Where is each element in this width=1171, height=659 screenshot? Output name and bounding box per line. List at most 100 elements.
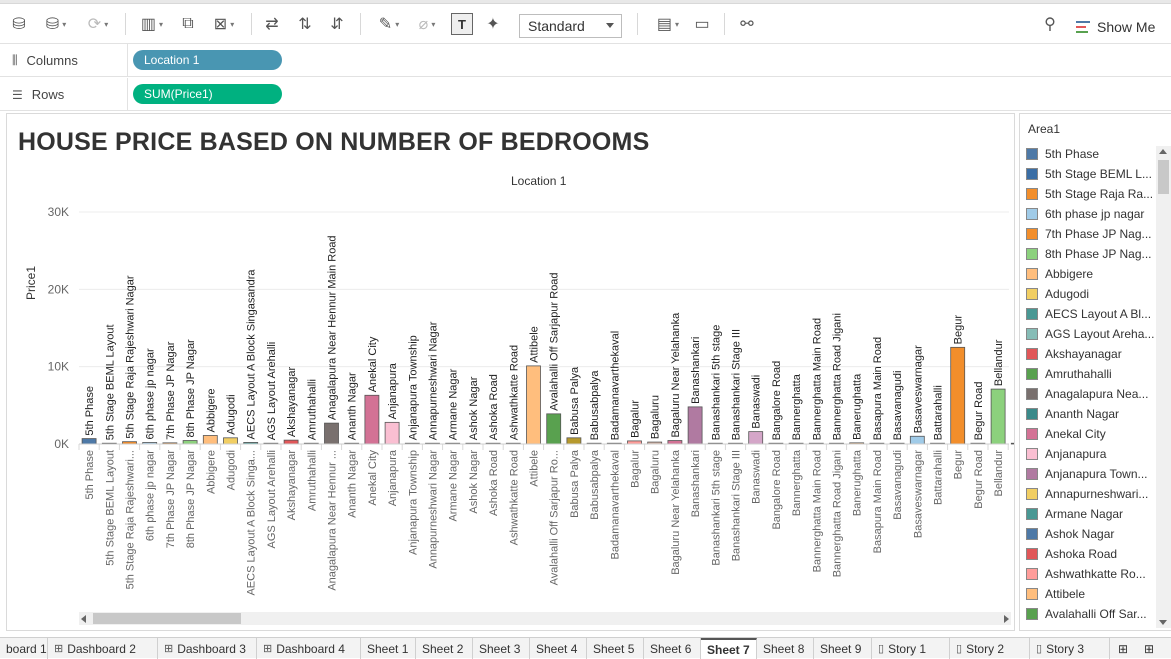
show-mark-labels-icon[interactable]: T bbox=[450, 12, 474, 36]
legend-item[interactable]: Anjanapura bbox=[1026, 444, 1158, 464]
columns-label: Columns bbox=[26, 53, 78, 68]
new-worksheet-tab-icon[interactable]: ⊞ bbox=[1112, 638, 1136, 659]
legend-item[interactable]: AGS Layout Areha... bbox=[1026, 324, 1158, 344]
x-tick-label: Bangalore Road bbox=[771, 450, 783, 530]
share-icon[interactable]: ⚯ bbox=[734, 12, 760, 36]
legend-item[interactable]: Armane Nagar bbox=[1026, 504, 1158, 524]
tab-board-1[interactable]: board 1 bbox=[0, 638, 48, 659]
legend-item[interactable]: Ashwathkatte Ro... bbox=[1026, 564, 1158, 584]
legend-item[interactable]: Avalahalli Off Sar... bbox=[1026, 604, 1158, 624]
show-me-label: Show Me bbox=[1097, 19, 1156, 35]
show-cards-icon[interactable]: ▤ ▾ bbox=[648, 12, 688, 36]
worksheet-view[interactable]: HOUSE PRICE BASED ON NUMBER OF BEDROOMS … bbox=[6, 113, 1015, 631]
toolbar-separator bbox=[251, 13, 252, 35]
bar-label: Ashok Nagar bbox=[468, 376, 480, 440]
horizontal-scrollbar[interactable] bbox=[79, 612, 1011, 625]
tab-sheet-2[interactable]: Sheet 2 bbox=[416, 638, 473, 659]
tab-sheet-9[interactable]: Sheet 9 bbox=[814, 638, 872, 659]
legend-item[interactable]: Amruthahalli bbox=[1026, 364, 1158, 384]
legend-item[interactable]: Akshayanagar bbox=[1026, 344, 1158, 364]
tab-label: Dashboard 4 bbox=[276, 641, 345, 656]
tab-sheet-7[interactable]: Sheet 7 bbox=[701, 638, 757, 659]
tab-story-1[interactable]: ▯ Story 1 bbox=[872, 638, 950, 659]
scroll-up-icon[interactable] bbox=[1159, 149, 1167, 154]
tab-sheet-5[interactable]: Sheet 5 bbox=[587, 638, 644, 659]
legend-item[interactable]: Ashok Nagar bbox=[1026, 524, 1158, 544]
x-tick-label: Ashoka Road bbox=[488, 450, 500, 516]
scrollbar-thumb[interactable] bbox=[93, 613, 241, 624]
legend-item[interactable]: 5th Phase bbox=[1026, 144, 1158, 164]
group-members-icon[interactable]: ⌀ ▾ bbox=[410, 12, 444, 36]
legend-item[interactable]: Anjanapura Town... bbox=[1026, 464, 1158, 484]
tab-sheet-8[interactable]: Sheet 8 bbox=[757, 638, 814, 659]
rows-shelf[interactable]: ☰ Rows SUM(Price1) bbox=[0, 78, 1171, 111]
scroll-down-icon[interactable] bbox=[1159, 620, 1167, 625]
bar bbox=[909, 435, 925, 445]
legend-swatch bbox=[1026, 268, 1038, 280]
bar-label: Begur bbox=[953, 315, 965, 345]
swap-rows-columns-icon[interactable]: ⇄ bbox=[259, 12, 285, 36]
legend-item[interactable]: Adugodi bbox=[1026, 284, 1158, 304]
tab-sheet-4[interactable]: Sheet 4 bbox=[530, 638, 587, 659]
legend-item[interactable]: 7th Phase JP Nag... bbox=[1026, 224, 1158, 244]
legend-item[interactable]: Anekal City bbox=[1026, 424, 1158, 444]
x-tick-label: Anekal City bbox=[367, 450, 379, 506]
tab-dashboard-4[interactable]: ⊞ Dashboard 4 bbox=[257, 638, 361, 659]
refresh-icon[interactable]: ⟳ ▾ bbox=[78, 12, 118, 36]
x-tick-label: Basavanagudi bbox=[892, 450, 904, 520]
highlight-icon[interactable]: ✎ ▾ bbox=[372, 12, 406, 36]
legend-item-label: Anekal City bbox=[1045, 427, 1106, 441]
bar-label: Amruthahalli bbox=[306, 379, 318, 440]
legend-item[interactable]: 8th Phase JP Nag... bbox=[1026, 244, 1158, 264]
columns-pill[interactable]: Location 1 bbox=[133, 50, 282, 70]
pause-updates-icon[interactable]: ⛁ ▾ bbox=[36, 12, 76, 36]
scrollbar-thumb[interactable] bbox=[1158, 160, 1169, 194]
legend-item[interactable]: Ananth Nagar bbox=[1026, 404, 1158, 424]
legend-item[interactable]: 6th phase jp nagar bbox=[1026, 204, 1158, 224]
fit-view-select[interactable]: Standard bbox=[519, 14, 622, 38]
dashboard-icon: ⊞ bbox=[54, 643, 64, 655]
legend-item[interactable]: AECS Layout A Bl... bbox=[1026, 304, 1158, 324]
tab-dashboard-2[interactable]: ⊞ Dashboard 2 bbox=[48, 638, 158, 659]
legend-item[interactable]: 5th Stage BEML L... bbox=[1026, 164, 1158, 184]
x-tick-label: Bannerghatta Road Jigani bbox=[832, 450, 844, 577]
legend-vertical-scrollbar[interactable] bbox=[1156, 146, 1171, 628]
presentation-mode-icon[interactable]: ▭ bbox=[690, 12, 714, 36]
rows-pill[interactable]: SUM(Price1) bbox=[133, 84, 282, 104]
new-dashboard-tab-icon[interactable]: ⊞ bbox=[1138, 638, 1162, 659]
legend-item[interactable]: Abbigere bbox=[1026, 264, 1158, 284]
tab-sheet-1[interactable]: Sheet 1 bbox=[361, 638, 416, 659]
bar-label: Basapura Main Road bbox=[872, 337, 884, 440]
tab-story-2[interactable]: ▯ Story 2 bbox=[950, 638, 1030, 659]
legend-item[interactable]: 5th Stage Raja Ra... bbox=[1026, 184, 1158, 204]
duplicate-sheet-icon[interactable]: ⧉ bbox=[176, 12, 200, 36]
legend-item[interactable]: Annapurneshwari... bbox=[1026, 484, 1158, 504]
scroll-left-icon[interactable] bbox=[81, 615, 86, 623]
tab-sheet-6[interactable]: Sheet 6 bbox=[644, 638, 701, 659]
y-tick-label: 30K bbox=[48, 205, 69, 219]
tab-sheet-3[interactable]: Sheet 3 bbox=[473, 638, 530, 659]
columns-shelf[interactable]: ⫼ Columns Location 1 bbox=[0, 44, 1171, 77]
fix-axes-pin-icon[interactable]: ✦ bbox=[481, 12, 505, 36]
legend-item-label: Ashoka Road bbox=[1045, 547, 1118, 561]
new-data-source-icon[interactable]: ⛁ bbox=[6, 12, 32, 36]
new-worksheet-icon[interactable]: ▥ ▾ bbox=[132, 12, 172, 36]
legend-item[interactable]: Attibele bbox=[1026, 584, 1158, 604]
legend-swatch bbox=[1026, 228, 1038, 240]
show-me-button[interactable]: Show Me bbox=[1076, 17, 1155, 37]
sort-ascending-icon[interactable]: ⇅ bbox=[292, 12, 318, 36]
tooltip-pin-icon[interactable]: ⚲ bbox=[1038, 12, 1062, 36]
toolbar-separator bbox=[724, 13, 725, 35]
clear-sheet-icon[interactable]: ⊠ ▾ bbox=[204, 12, 244, 36]
legend-item-label: Adugodi bbox=[1045, 287, 1090, 301]
legend-item[interactable]: Ashoka Road bbox=[1026, 544, 1158, 564]
legend-item[interactable]: Anagalapura Nea... bbox=[1026, 384, 1158, 404]
sort-descending-icon[interactable]: ⇵ bbox=[324, 12, 350, 36]
scroll-right-icon[interactable] bbox=[1004, 615, 1009, 623]
bar-label: Bannerghatta bbox=[791, 373, 803, 440]
y-tick-label: 10K bbox=[48, 360, 69, 374]
tab-dashboard-3[interactable]: ⊞ Dashboard 3 bbox=[158, 638, 257, 659]
bar-label: Abbigere bbox=[205, 388, 217, 432]
tab-story-3[interactable]: ▯ Story 3 bbox=[1030, 638, 1110, 659]
x-tick-label: Bagaluru Near Yelahanka bbox=[670, 449, 682, 575]
